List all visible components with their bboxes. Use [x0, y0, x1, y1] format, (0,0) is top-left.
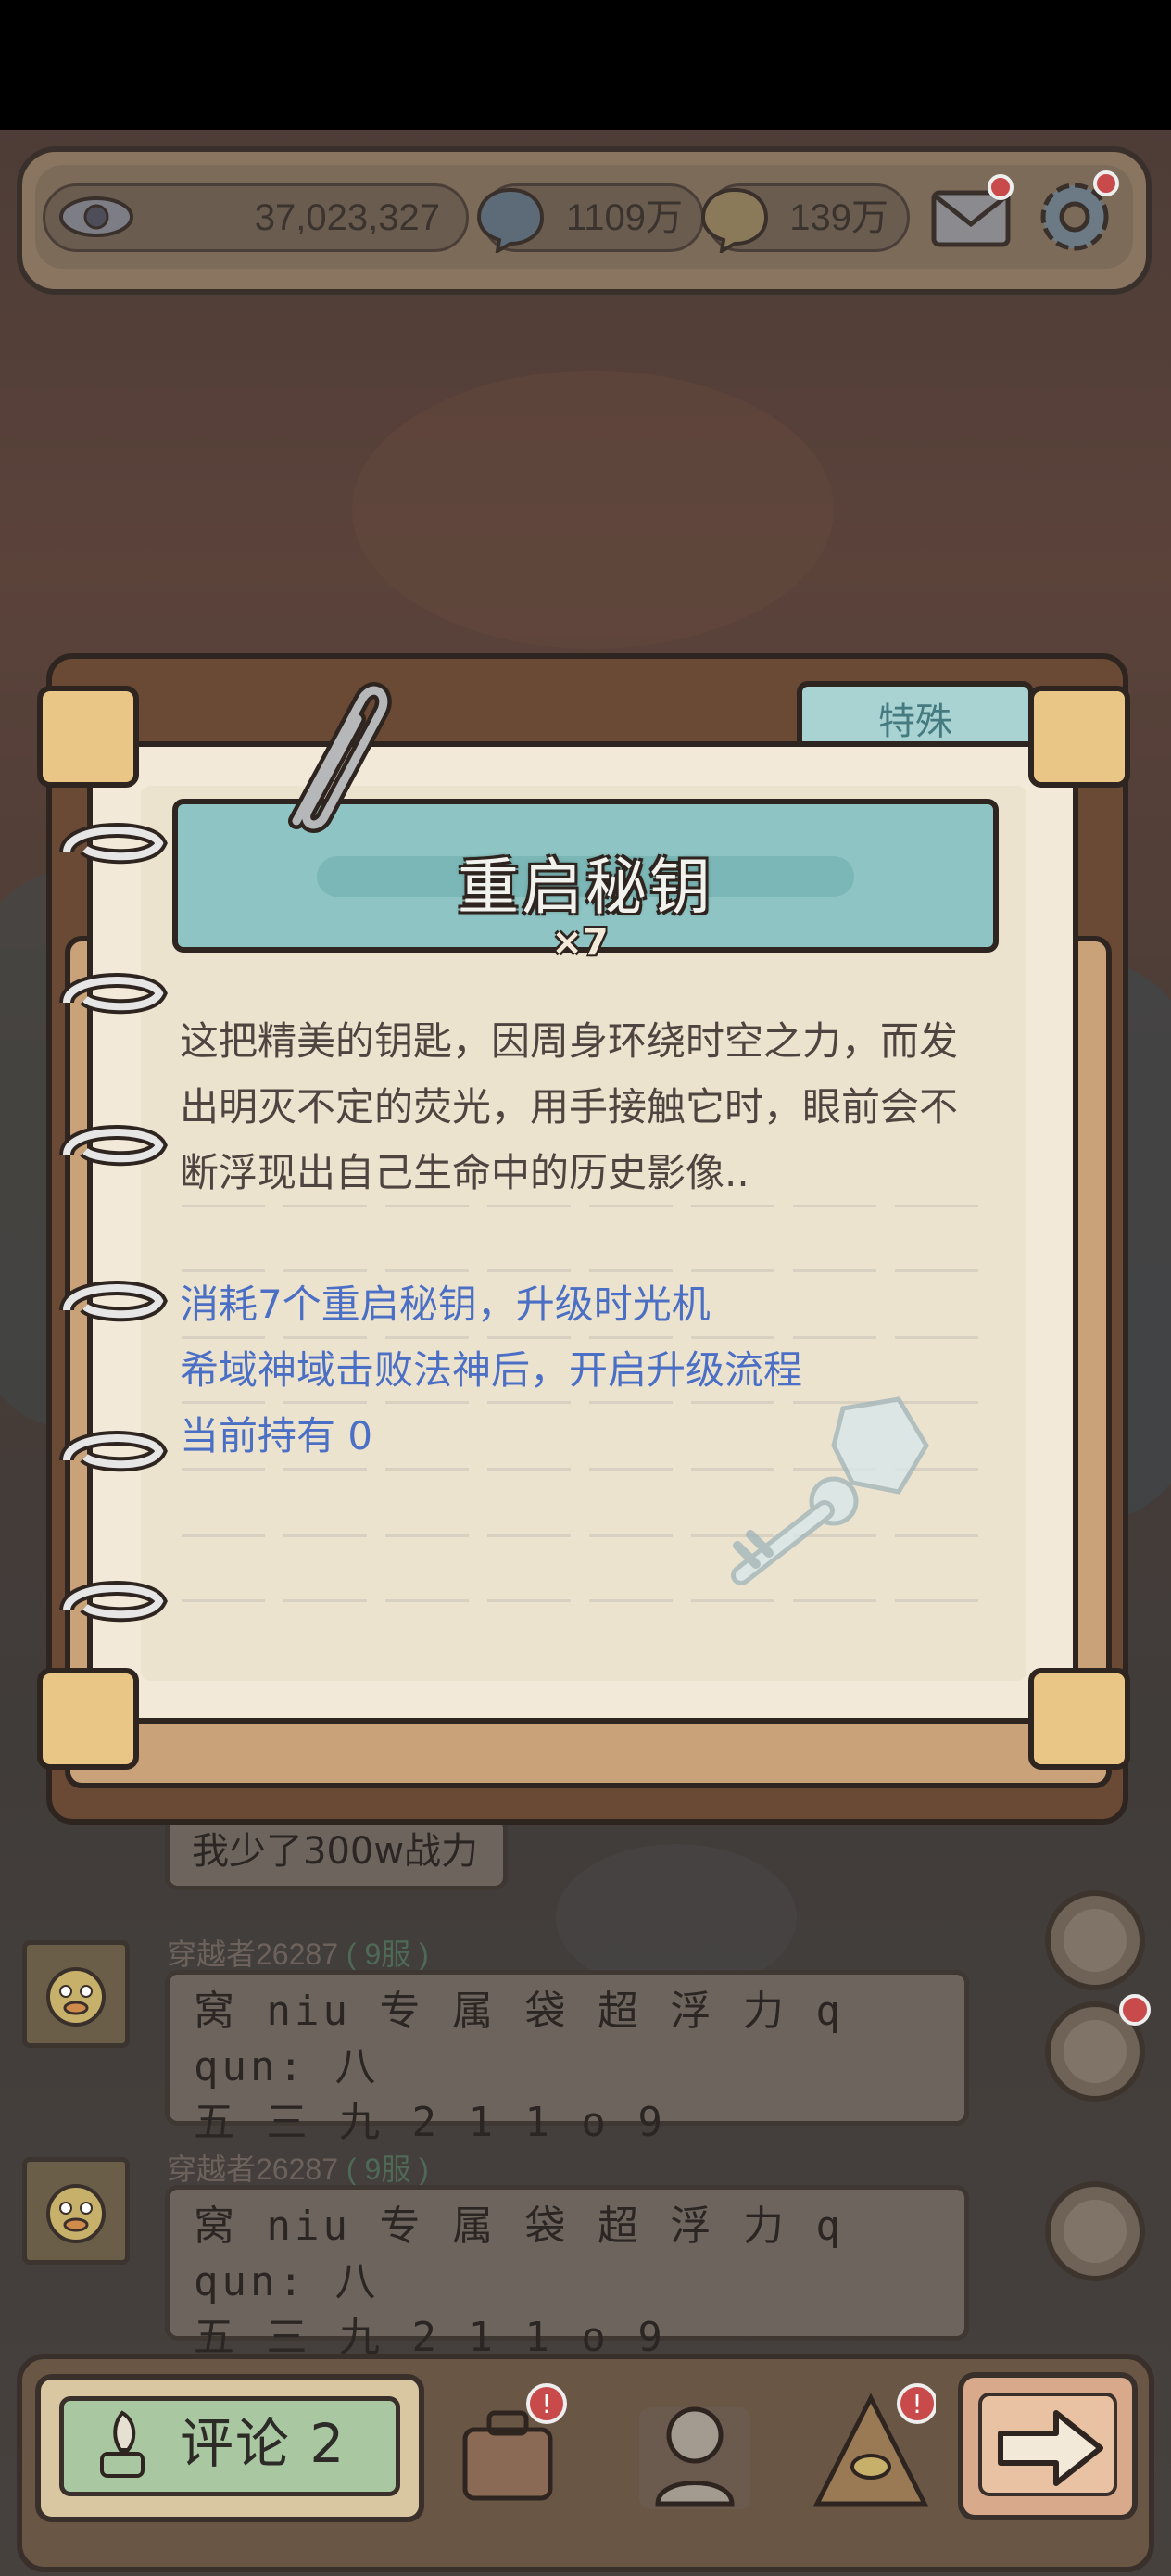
gold-bubble-icon: [700, 187, 769, 253]
chat-partial-bubble: 我少了300w战力: [165, 1816, 508, 1890]
pyramid-eye-icon[interactable]: !: [806, 2380, 936, 2519]
compass-button[interactable]: [1045, 1890, 1145, 1990]
gold-currency-counter[interactable]: 139万: [700, 183, 910, 253]
chat-server-tag: 9服: [364, 1938, 411, 1971]
status-bar: [0, 0, 1171, 130]
page-corner: [37, 1668, 139, 1770]
notification-dot: [1119, 1994, 1151, 2026]
binder-ring-icon: [59, 1431, 168, 1472]
page-corner: [1028, 686, 1130, 788]
duck-avatar-icon: [46, 2184, 106, 2243]
item-description: 这把精美的钥匙，因周身环绕时空之力，而发出明灭不定的荧光，用手接触它时，眼前会不…: [180, 1018, 959, 1195]
binder-ring-icon: [59, 1125, 168, 1167]
views-counter: 37,023,327: [43, 183, 469, 252]
refresh-button[interactable]: [1045, 1994, 1151, 2102]
chat-button[interactable]: [1045, 2181, 1145, 2281]
avatar[interactable]: [22, 1940, 130, 2048]
blue-bubble-icon: [476, 187, 545, 253]
views-value: 37,023,327: [254, 197, 440, 238]
duck-avatar-icon: [46, 1967, 106, 2027]
arrow-right-icon: [998, 2410, 1103, 2486]
mail-icon[interactable]: [928, 172, 1017, 254]
chat-bubble-icon: [1064, 2200, 1127, 2263]
quill-icon: [100, 2410, 145, 2478]
chat-text-line: 窝 niu 专 属 袋 超 浮 力 q qun: 八: [194, 2203, 844, 2305]
chat-server-tag: 9服: [364, 2153, 411, 2186]
item-count: ×7: [551, 921, 609, 964]
next-arrow-button[interactable]: [958, 2372, 1138, 2520]
binder-ring-icon: [59, 1281, 168, 1322]
gold-currency-value: 139万: [789, 197, 888, 238]
blue-currency-value: 1109万: [565, 197, 683, 238]
binder-ring-icon: [59, 1581, 168, 1623]
item-title: 重启秘钥: [458, 852, 713, 923]
statue-bust-icon[interactable]: [630, 2380, 760, 2519]
chat-text-line: 五 三 九 2 1 1 o 9: [194, 2099, 666, 2146]
usage-line: 消耗7个重启秘钥，升级时光机: [180, 1282, 711, 1327]
paperclip-icon: [288, 682, 392, 833]
settings-gear-icon[interactable]: [1032, 167, 1125, 259]
toolbox-icon[interactable]: !: [448, 2380, 578, 2519]
binder-ring-icon: [59, 823, 168, 865]
chat-username: 穿越者26287 ( 9服 ): [167, 2153, 429, 2186]
binder-ring-icon: [59, 973, 168, 1015]
chat-text-line: 窝 niu 专 属 袋 超 浮 力 q qun: 八: [194, 1988, 844, 2090]
page-corner: [37, 686, 139, 788]
comment-button[interactable]: 评论 2: [35, 2374, 424, 2522]
comment-label: 评论 2: [180, 2412, 346, 2475]
refresh-icon: [1064, 2020, 1127, 2083]
svg-text:!: !: [912, 2389, 922, 2419]
chat-bubble: 窝 niu 专 属 袋 超 浮 力 q qun: 八 五 三 九 2 1 1 o…: [165, 2185, 969, 2361]
eye-icon: [59, 196, 133, 237]
crystal-key-icon: [731, 1396, 929, 1585]
avatar[interactable]: [22, 2157, 130, 2265]
chat-username-text: 穿越者26287: [167, 2153, 338, 2186]
chat-username-text: 穿越者26287: [167, 1938, 338, 1971]
blue-currency-counter[interactable]: 1109万: [476, 183, 704, 253]
chat-username: 穿越者26287 ( 9服 ): [167, 1938, 429, 1971]
compass-icon: [1064, 1909, 1127, 1972]
chat-bubble: 窝 niu 专 属 袋 超 浮 力 q qun: 八 五 三 九 2 1 1 o…: [165, 1970, 969, 2146]
page-corner: [1028, 1668, 1130, 1770]
svg-text:!: !: [541, 2389, 551, 2419]
